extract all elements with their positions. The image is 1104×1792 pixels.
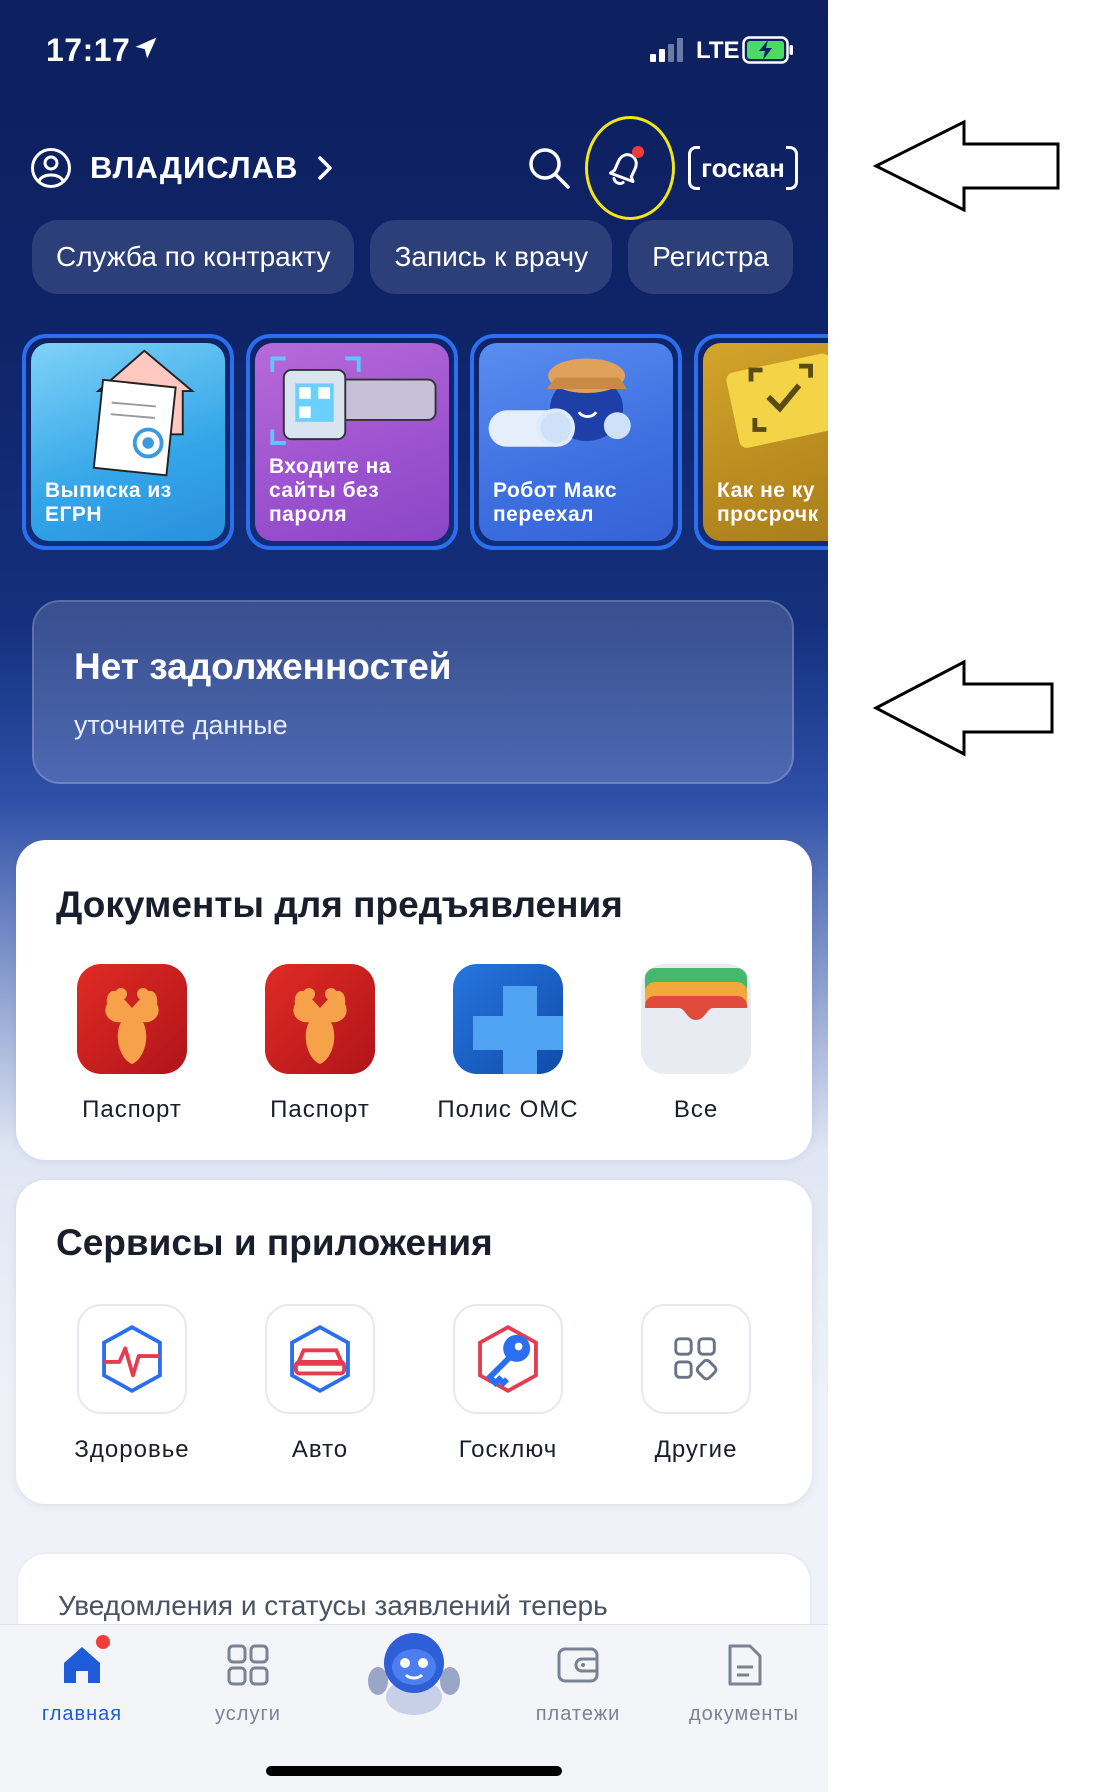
scan-bracket-right (786, 146, 798, 190)
grid-apps-icon (641, 1304, 751, 1414)
services-tiles: Здоровье Авто Госключ Другие (16, 1304, 812, 1464)
battery-charging-icon (742, 36, 793, 64)
key-icon (453, 1304, 563, 1414)
nav-label: документы (689, 1703, 799, 1725)
debt-title: Нет задолженностей (74, 646, 452, 687)
wallet-cards-icon (641, 964, 751, 1074)
chip-registration[interactable]: Регистра (628, 220, 793, 294)
story-card[interactable]: Как не ку просрочк (694, 334, 828, 550)
story-card[interactable]: Выписка из ЕГРН (22, 334, 234, 550)
stories-row: Выписка из ЕГРН Входите на сайты без пар… (22, 334, 828, 550)
passport-emblem-icon (77, 964, 187, 1074)
service-tile-other[interactable]: Другие (611, 1304, 781, 1464)
debt-status-card[interactable]: Нет задолженностей уточните данные (32, 600, 794, 784)
services-title: Сервисы и приложения (56, 1222, 493, 1263)
story-card[interactable]: Входите на сайты без пароля (246, 334, 458, 550)
document-tile-all[interactable]: Все (611, 964, 781, 1124)
cellular-signal-icon (650, 38, 683, 62)
status-time: 17:17 (46, 32, 131, 68)
story-title: Как не ку просрочк (717, 479, 819, 526)
robot-assistant-icon (364, 1623, 464, 1719)
status-bar: 17:17 LTE (0, 0, 828, 100)
annotation-arrow-left-icon (872, 119, 1060, 213)
health-pulse-icon (77, 1304, 187, 1414)
user-avatar-icon (31, 148, 71, 188)
nav-services[interactable]: услуги (178, 1643, 318, 1726)
debt-subtitle: уточните данные (74, 710, 288, 740)
story-card[interactable]: Робот Макс переехал (470, 334, 682, 550)
tile-label: Госключ (458, 1436, 558, 1463)
document-tile-oms[interactable]: Полис ОМС (423, 964, 593, 1124)
document-tile-passport[interactable]: Паспорт (235, 964, 405, 1124)
service-tile-health[interactable]: Здоровье (47, 1304, 217, 1464)
goscan-label: госкан (701, 153, 785, 183)
documents-title: Документы для предъявления (56, 884, 623, 925)
tile-label: Авто (291, 1436, 349, 1463)
bell-highlight-circle (585, 116, 675, 220)
home-icon (60, 1635, 110, 1687)
nav-label: услуги (215, 1703, 281, 1725)
user-name: ВЛАДИСЛАВ (90, 150, 299, 185)
car-icon (265, 1304, 375, 1414)
tile-label: Паспорт (270, 1096, 370, 1123)
nav-documents[interactable]: документы (674, 1643, 814, 1726)
nav-label: главная (41, 1703, 123, 1725)
nav-assistant[interactable] (344, 1623, 484, 1719)
service-tile-auto[interactable]: Авто (235, 1304, 405, 1464)
tile-label: Паспорт (82, 1096, 182, 1123)
document-tile-passport[interactable]: Паспорт (47, 964, 217, 1124)
documents-card: Документы для предъявления Паспорт Паспо… (16, 840, 812, 1160)
nav-home[interactable]: главная (12, 1635, 152, 1726)
story-title: Выписка из ЕГРН (45, 479, 172, 526)
tile-label: Все (673, 1096, 719, 1123)
location-arrow-icon (135, 37, 157, 59)
scan-bracket-left (688, 146, 700, 190)
quick-chips: Служба по контракту Запись к врачу Регис… (32, 220, 793, 294)
wallet-icon (556, 1643, 600, 1687)
service-tile-goskey[interactable]: Госключ (423, 1304, 593, 1464)
chip-contract-service[interactable]: Служба по контракту (32, 220, 355, 294)
services-card: Сервисы и приложения Здоровье Авто Госкл… (16, 1180, 812, 1504)
grid-icon (226, 1643, 270, 1687)
goscan-button[interactable]: госкан (688, 146, 798, 190)
tile-label: Здоровье (74, 1436, 190, 1463)
notification-dot (96, 1635, 110, 1649)
notice-text: Уведомления и статусы заявлений теперь (58, 1590, 608, 1621)
document-icon (722, 1643, 766, 1687)
chip-doctor-appointment[interactable]: Запись к врачу (370, 220, 613, 294)
tile-label: Полис ОМС (437, 1096, 579, 1123)
network-type: LTE (696, 37, 740, 64)
story-title: Робот Макс переехал (493, 479, 618, 526)
medical-cross-icon (453, 964, 563, 1074)
home-indicator (266, 1766, 562, 1776)
nav-label: платежи (535, 1703, 621, 1725)
profile-link[interactable]: ВЛАДИСЛАВ (30, 144, 336, 192)
search-icon[interactable] (526, 145, 572, 191)
nav-payments[interactable]: платежи (508, 1643, 648, 1726)
documents-tiles: Паспорт Паспорт Полис ОМС Все (16, 964, 812, 1124)
chevron-right-icon (318, 156, 333, 180)
story-title: Входите на сайты без пароля (269, 455, 391, 526)
tile-label: Другие (654, 1436, 738, 1463)
phone-screen: 17:17 LTE ВЛАДИСЛАВ госкан Служба по кон… (0, 0, 828, 1792)
passport-emblem-icon (265, 964, 375, 1074)
annotation-arrow-left-icon (872, 659, 1054, 757)
